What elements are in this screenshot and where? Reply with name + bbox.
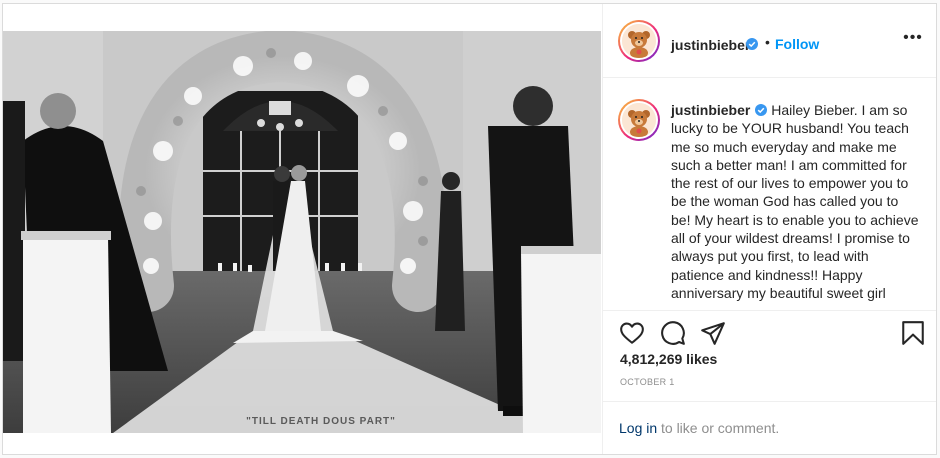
save-button[interactable] xyxy=(900,320,926,346)
caption-avatar[interactable] xyxy=(618,99,660,141)
login-link[interactable]: Log in xyxy=(619,420,657,436)
post-sidebar: justinbieber • Follow ••• justinbieber H… xyxy=(602,4,936,454)
teddy-bear-icon xyxy=(622,24,656,58)
username[interactable]: justinbieber xyxy=(671,37,750,53)
heart-icon xyxy=(620,322,644,344)
caption-username[interactable]: justinbieber xyxy=(671,102,750,118)
teddy-bear-icon xyxy=(622,103,656,137)
comment-bubble-icon xyxy=(661,321,685,345)
paper-plane-icon xyxy=(701,322,725,345)
verified-badge-icon xyxy=(746,38,758,50)
verified-badge-icon xyxy=(755,104,768,116)
follow-button[interactable]: Follow xyxy=(775,36,819,52)
veil-text: "TILL DEATH DOUS PART" xyxy=(246,416,396,427)
avatar[interactable] xyxy=(618,20,660,62)
login-bar: Log in to like or comment. xyxy=(603,401,936,454)
share-button[interactable] xyxy=(700,320,726,346)
action-bar xyxy=(603,311,936,351)
post-header: justinbieber • Follow ••• xyxy=(603,4,936,78)
post-date[interactable]: OCTOBER 1 xyxy=(620,377,675,387)
wedding-photo: "TILL DEATH DOUS PART" xyxy=(3,31,601,433)
bookmark-icon xyxy=(902,321,924,345)
comment-button[interactable] xyxy=(660,320,686,346)
likes-count[interactable]: 4,812,269 likes xyxy=(620,351,717,367)
login-prompt-text: to like or comment. xyxy=(661,420,780,436)
like-button[interactable] xyxy=(619,320,645,346)
caption-text: Hailey Bieber. I am so lucky to be YOUR … xyxy=(671,102,919,301)
more-options-icon[interactable]: ••• xyxy=(903,30,923,49)
instagram-post: "TILL DEATH DOUS PART" justinbieber • Fo… xyxy=(2,3,937,455)
caption: justinbieber Hailey Bieber. I am so luck… xyxy=(671,101,921,302)
comments-section[interactable]: justinbieber Hailey Bieber. I am so luck… xyxy=(603,79,936,311)
post-photo[interactable]: "TILL DEATH DOUS PART" xyxy=(3,31,601,433)
separator-dot: • xyxy=(765,34,770,50)
